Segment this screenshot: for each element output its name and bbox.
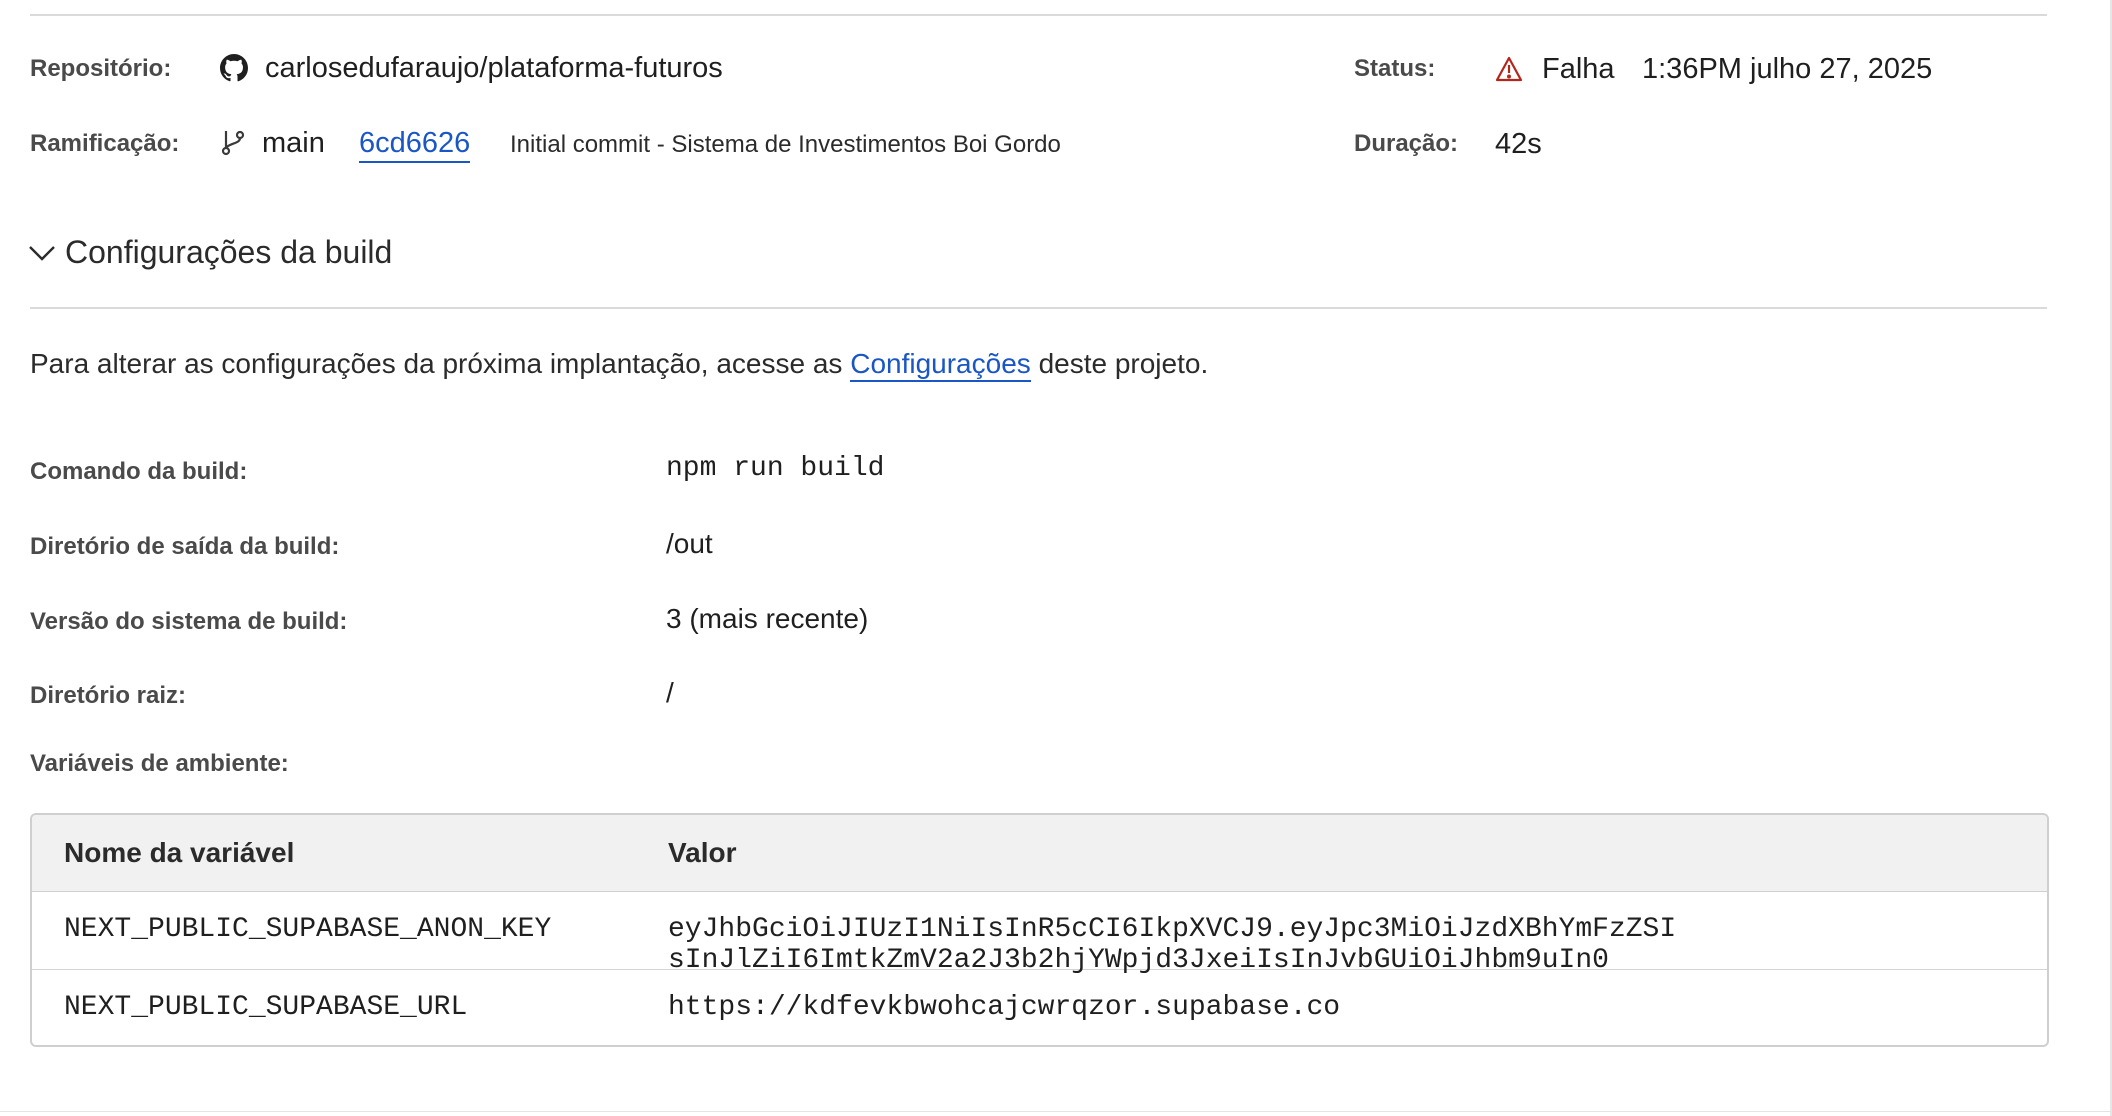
duration-value: 42s <box>1495 128 1542 160</box>
chevron-down-icon[interactable] <box>28 243 56 268</box>
repository-label: Repositório: <box>30 55 172 82</box>
status-timestamp: 1:36PM julho 27, 2025 <box>1642 53 1933 85</box>
status-label: Status: <box>1354 55 1436 82</box>
git-branch-icon <box>220 129 246 162</box>
build-system-value: 3 (mais recente) <box>666 603 869 634</box>
top-divider <box>30 14 2047 16</box>
github-icon <box>220 54 248 87</box>
output-dir-label: Diretório de saída da build: <box>30 533 340 560</box>
commit-message: Initial commit - Sistema de Investimento… <box>510 131 1061 158</box>
env-vars-table: Nome da variável Valor NEXT_PUBLIC_SUPAB… <box>30 813 2049 1047</box>
table-row: NEXT_PUBLIC_SUPABASE_URL https://kdfevkb… <box>32 970 2047 1045</box>
settings-intro-text-after: deste projeto. <box>1038 348 1209 379</box>
status-value: Falha <box>1542 53 1615 85</box>
build-command-value: npm run build <box>666 453 885 484</box>
settings-intro-text: Para alterar as configurações da próxima… <box>30 348 843 379</box>
repository-name[interactable]: carlosedufaraujo/plataforma-futuros <box>265 52 723 85</box>
root-dir-value: / <box>666 677 674 708</box>
column-header-value: Valor <box>668 837 737 868</box>
section-divider <box>30 307 2047 309</box>
commit-hash-link[interactable]: 6cd6626 <box>359 127 471 163</box>
settings-link[interactable]: Configurações <box>850 348 1031 382</box>
table-header: Nome da variável Valor <box>32 815 2047 892</box>
output-dir-value: /out <box>666 528 713 559</box>
branch-label: Ramificação: <box>30 130 180 157</box>
table-row: NEXT_PUBLIC_SUPABASE_ANON_KEY eyJhbGciOi… <box>32 892 2047 976</box>
build-system-label: Versão do sistema de build: <box>30 608 348 635</box>
env-var-value: https://kdfevkbwohcajcwrqzor.supabase.co <box>668 992 1341 1023</box>
bottom-divider <box>0 1111 2110 1112</box>
section-title-build-settings[interactable]: Configurações da build <box>65 234 392 271</box>
duration-label: Duração: <box>1354 130 1459 157</box>
warning-triangle-icon <box>1495 56 1523 87</box>
build-command-label: Comando da build: <box>30 458 248 485</box>
branch-name[interactable]: main <box>262 127 325 160</box>
settings-intro: Para alterar as configurações da próxima… <box>30 348 1209 382</box>
env-var-name: NEXT_PUBLIC_SUPABASE_URL <box>64 992 468 1023</box>
column-header-name: Nome da variável <box>64 837 295 868</box>
env-var-name: NEXT_PUBLIC_SUPABASE_ANON_KEY <box>64 914 552 945</box>
env-var-value: eyJhbGciOiJIUzI1NiIsInR5cCI6IkpXVCJ9.eyJ… <box>668 914 1677 976</box>
root-dir-label: Diretório raiz: <box>30 682 187 709</box>
env-vars-label: Variáveis de ambiente: <box>30 750 289 777</box>
